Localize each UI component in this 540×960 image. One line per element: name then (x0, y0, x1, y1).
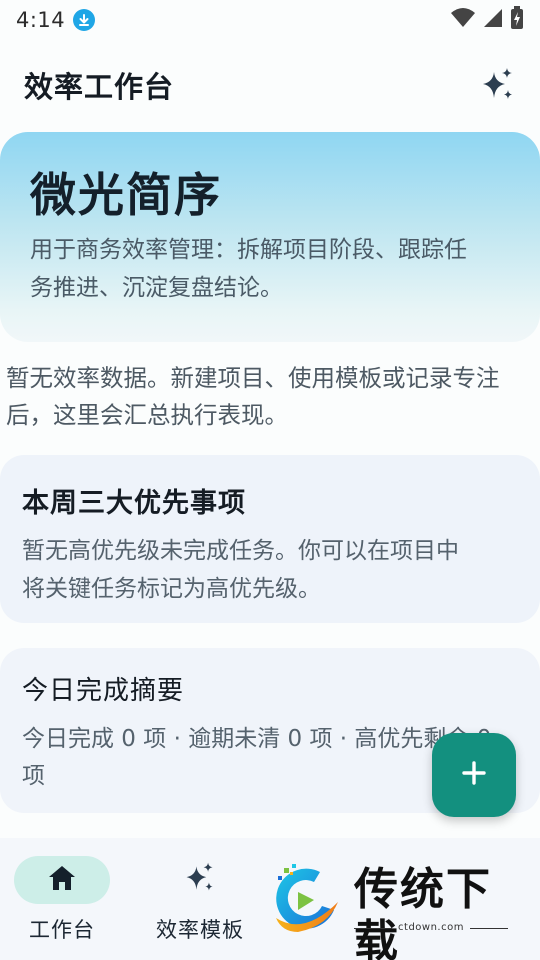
nav-label: 工作台 (29, 918, 95, 942)
sparkle-icon (183, 861, 217, 899)
priority-card-line: 将关键任务标记为高优先级。 (22, 576, 321, 602)
watermark-url: ctdown.com (354, 922, 508, 933)
app-header: 效率工作台 (0, 40, 540, 130)
status-right (450, 6, 524, 34)
watermark-brand: 传统下载 (354, 864, 492, 960)
nav-label: 效率模板 (156, 918, 244, 942)
app-screen: 4:14 效率工作台 微光简序 用于商务效率管理：拆解项目阶段、跟踪任 务推进、… (0, 0, 540, 960)
hero-card: 微光简序 用于商务效率管理：拆解项目阶段、跟踪任 务推进、沉淀复盘结论。 (0, 132, 540, 342)
sparkle-icon[interactable] (478, 65, 518, 105)
status-time: 4:14 (16, 8, 66, 32)
wifi-icon (450, 7, 476, 33)
hero-description-line: 务推进、沉淀复盘结论。 (30, 275, 283, 302)
priority-card-description: 暂无高优先级未完成任务。你可以在项目中 将关键任务标记为高优先级。 (22, 532, 518, 608)
battery-icon (510, 6, 524, 34)
nav-item-templates[interactable]: 效率模板 (135, 856, 265, 944)
hero-description: 用于商务效率管理：拆解项目阶段、跟踪任 务推进、沉淀复盘结论。 (30, 231, 510, 307)
nav-icon-wrap (152, 856, 248, 904)
hero-title: 微光简序 (30, 168, 222, 222)
watermark: 传统下载 ctdown.com (268, 860, 518, 960)
download-icon (73, 9, 96, 31)
empty-stats-line: 暂无效率数据。新建项目、使用模板或记录专注 (6, 364, 500, 392)
nav-item-workbench[interactable]: 工作台 (0, 856, 127, 944)
watermark-logo-icon (268, 862, 348, 942)
hero-description-line: 用于商务效率管理：拆解项目阶段、跟踪任 (30, 237, 467, 264)
empty-stats-message: 暂无效率数据。新建项目、使用模板或记录专注 后，这里会汇总执行表现。 (6, 360, 536, 434)
status-left: 4:14 (16, 8, 96, 32)
priority-card-line: 暂无高优先级未完成任务。你可以在项目中 (22, 538, 459, 564)
empty-stats-line: 后，这里会汇总执行表现。 (6, 401, 288, 429)
page-title: 效率工作台 (24, 70, 175, 104)
signal-icon (482, 7, 504, 33)
plus-icon (460, 759, 488, 791)
status-bar: 4:14 (0, 0, 540, 40)
priority-card[interactable]: 本周三大优先事项 暂无高优先级未完成任务。你可以在项目中 将关键任务标记为高优先… (0, 455, 540, 623)
nav-active-indicator (14, 856, 110, 904)
summary-card-title: 今日完成摘要 (22, 676, 185, 706)
home-icon (47, 864, 77, 896)
priority-card-title: 本周三大优先事项 (22, 488, 246, 519)
add-button[interactable] (432, 733, 516, 817)
